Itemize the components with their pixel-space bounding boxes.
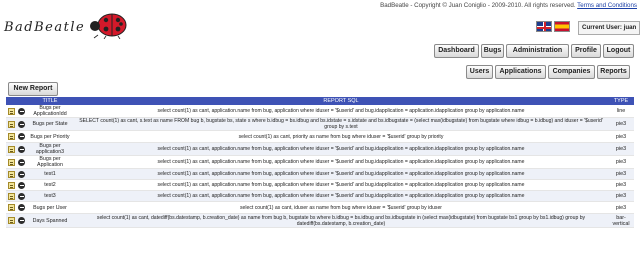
language-flags (536, 21, 570, 32)
nav-administration-button[interactable]: Administration (506, 44, 569, 58)
new-report-button[interactable]: New Report (8, 82, 58, 96)
report-type: pie3 (608, 168, 634, 180)
table-row[interactable]: Days Spanned select count(1) as cant, dat… (6, 213, 634, 228)
report-type: pie3 (608, 190, 634, 202)
delete-icon[interactable] (18, 204, 25, 211)
column-header-actions (6, 97, 26, 105)
copyright: BadBeatle - Copyright © Juan Coniglio - … (380, 2, 637, 9)
edit-icon[interactable] (8, 170, 15, 178)
nav-dashboard-button[interactable]: Dashboard (434, 44, 479, 58)
report-title: test1 (26, 168, 74, 180)
report-sql: select count(1) as cant, iduser as name … (74, 201, 608, 214)
header: BadBeatle BadBeatle - Copyright © Juan C… (0, 0, 640, 40)
report-title: Bugs per application3 (26, 142, 74, 156)
ladybug-logo-icon (90, 13, 127, 39)
edit-icon[interactable] (8, 192, 15, 200)
delete-icon[interactable] (18, 158, 25, 166)
nav-logout-button[interactable]: Logout (603, 44, 634, 58)
edit-icon[interactable] (8, 107, 15, 115)
report-sql: select count(1) as cant, datediff(bs.dat… (74, 213, 608, 228)
report-type: pie3 (608, 117, 634, 131)
row-actions (6, 105, 26, 118)
column-header-title[interactable]: TITLE (26, 97, 74, 105)
terms-link[interactable]: Terms and Conditions (577, 2, 637, 9)
column-header-report-sql[interactable]: REPORT SQL (74, 97, 608, 105)
delete-icon[interactable] (18, 170, 25, 178)
edit-icon[interactable] (8, 120, 15, 128)
report-sql: select count(1) as cant, priority as nam… (74, 130, 608, 143)
report-title: test3 (26, 190, 74, 202)
report-type: pie3 (608, 155, 634, 169)
edit-icon[interactable] (8, 204, 15, 211)
row-actions (6, 179, 26, 191)
report-type: pie3 (608, 130, 634, 143)
report-sql: select count(1) as cant, application.nam… (74, 190, 608, 202)
delete-icon[interactable] (18, 181, 25, 189)
row-actions (6, 155, 26, 169)
delete-icon[interactable] (18, 145, 25, 153)
table-row[interactable]: Bugs per User select count(1) as cant, id… (6, 201, 634, 214)
report-sql: SELECT count(1) as cant, s.text as name … (74, 117, 608, 131)
report-sql: select count(1) as cant, application.nam… (74, 168, 608, 180)
report-title: Days Spanned (26, 213, 74, 228)
edit-icon[interactable] (8, 181, 15, 189)
table-row[interactable]: test1 select count(1) as cant, applicatio… (6, 168, 634, 180)
table-row[interactable]: Bugs per Application select count(1) as c… (6, 155, 634, 169)
subnav-companies-button[interactable]: Companies (548, 65, 595, 79)
report-sql: select count(1) as cant, application.nam… (74, 179, 608, 191)
subnav-reports-button[interactable]: Reports (597, 65, 630, 79)
report-title: Bugs per Priority (26, 130, 74, 143)
edit-icon[interactable] (8, 145, 15, 153)
report-type: pie3 (608, 201, 634, 214)
nav-profile-button[interactable]: Profile (571, 44, 601, 58)
nav-bugs-button[interactable]: Bugs (481, 44, 504, 58)
uk-flag-icon[interactable] (536, 21, 552, 32)
delete-icon[interactable] (18, 107, 25, 115)
report-title: Bugs per Application (26, 155, 74, 169)
report-sql: select count(1) as cant, application.nam… (74, 142, 608, 156)
row-actions (6, 142, 26, 156)
reports-table: TITLE REPORT SQL TYPE Bugs per Applicati… (6, 97, 634, 228)
delete-icon[interactable] (18, 133, 25, 140)
report-type: pie3 (608, 142, 634, 156)
delete-icon[interactable] (18, 217, 25, 224)
delete-icon[interactable] (18, 192, 25, 200)
copyright-text: BadBeatle - Copyright © Juan Coniglio - … (380, 2, 576, 9)
table-row[interactable]: Bugs per Priority select count(1) as cant… (6, 130, 634, 143)
report-sql: select count(1) as cant, application.nam… (74, 155, 608, 169)
edit-icon[interactable] (8, 217, 15, 224)
report-title: test2 (26, 179, 74, 191)
row-actions (6, 190, 26, 202)
table-row[interactable]: test2 select count(1) as cant, applicatio… (6, 179, 634, 191)
report-title: Bugs per State (26, 117, 74, 131)
report-type: pie3 (608, 179, 634, 191)
table-header-row: TITLE REPORT SQL TYPE (6, 97, 634, 105)
subnav-applications-button[interactable]: Applications (495, 65, 546, 79)
row-actions (6, 168, 26, 180)
row-actions (6, 117, 26, 131)
report-title: Bugs per ApplicationIdd (26, 105, 74, 118)
table-row[interactable]: test3 select count(1) as cant, applicatio… (6, 190, 634, 202)
current-user-badge: Current User: juan (578, 21, 640, 35)
edit-icon[interactable] (8, 158, 15, 166)
edit-icon[interactable] (8, 133, 15, 140)
row-actions (6, 130, 26, 143)
table-row[interactable]: Bugs per State SELECT count(1) as cant, s… (6, 117, 634, 131)
report-rows: Bugs per ApplicationIdd select count(1) a… (6, 105, 634, 228)
table-row[interactable]: Bugs per ApplicationIdd select count(1) a… (6, 105, 634, 118)
row-actions (6, 213, 26, 228)
table-row[interactable]: Bugs per application3 select count(1) as … (6, 142, 634, 156)
report-type: line (608, 105, 634, 118)
report-title: Bugs per User (26, 201, 74, 214)
subnav-users-button[interactable]: Users (466, 65, 493, 79)
row-actions (6, 201, 26, 214)
delete-icon[interactable] (18, 120, 25, 128)
column-header-type[interactable]: TYPE (608, 97, 634, 105)
report-sql: select count(1) as cant, application.nam… (74, 105, 608, 118)
spain-flag-icon[interactable] (554, 21, 570, 32)
app-logo[interactable]: BadBeatle (4, 20, 85, 35)
report-type: bar-vertical (608, 213, 634, 228)
